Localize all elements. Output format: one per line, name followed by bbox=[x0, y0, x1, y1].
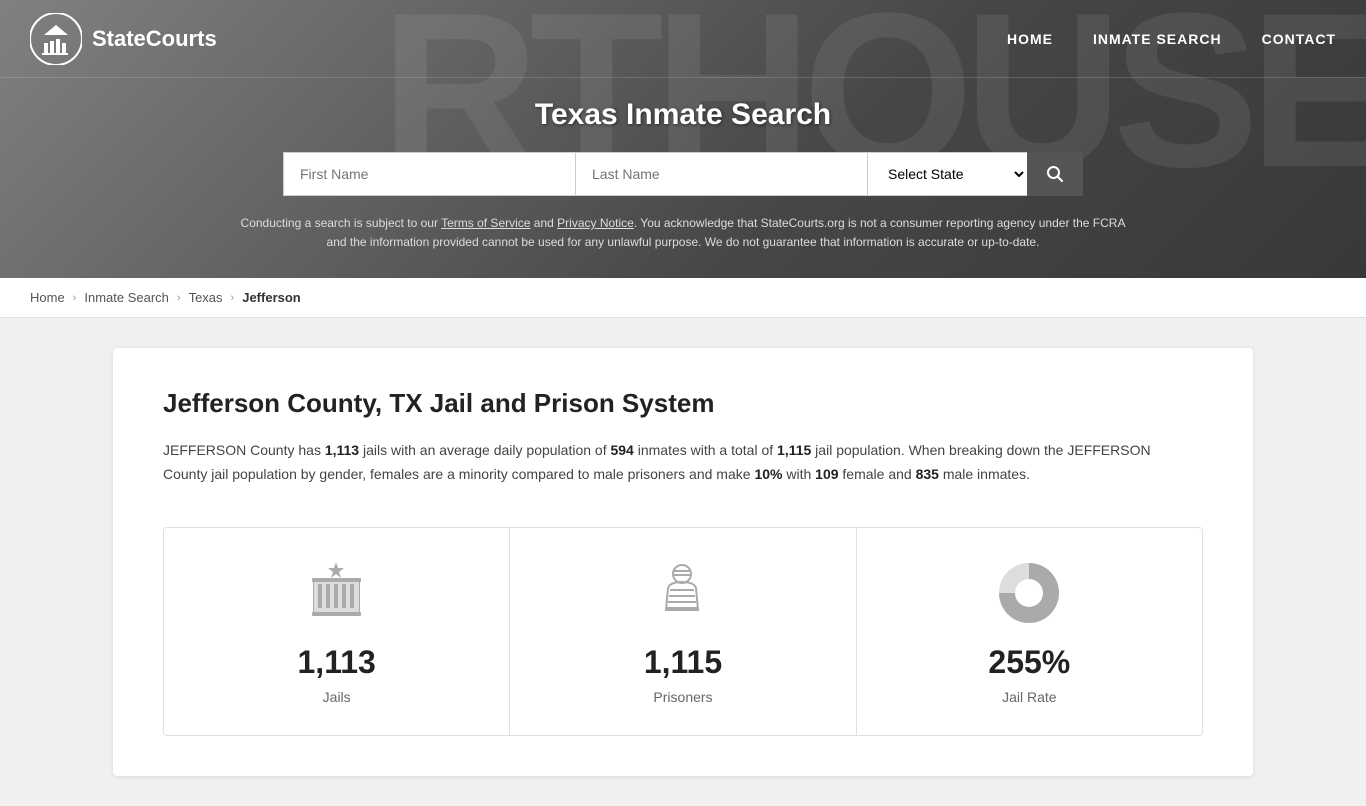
stat-rate-label: Jail Rate bbox=[1002, 689, 1056, 705]
content-card: Jefferson County, TX Jail and Prison Sys… bbox=[113, 348, 1253, 776]
state-select[interactable]: Select State Texas California Florida Ne… bbox=[867, 152, 1027, 196]
jail-icon bbox=[304, 558, 369, 628]
desc-male: 835 bbox=[916, 466, 939, 482]
stat-prisoners-label: Prisoners bbox=[653, 689, 712, 705]
prisoner-icon bbox=[650, 558, 715, 628]
search-icon bbox=[1046, 165, 1064, 183]
hero-section: Texas Inmate Search Select State Texas C… bbox=[0, 78, 1366, 278]
logo-icon bbox=[30, 13, 82, 65]
terms-link[interactable]: Terms of Service bbox=[441, 216, 530, 230]
desc-female: 109 bbox=[815, 466, 838, 482]
stats-grid: 1,113 Jails bbox=[163, 527, 1203, 736]
stat-jail-rate: 255% Jail Rate bbox=[857, 528, 1202, 735]
logo-text: StateCourts bbox=[92, 26, 217, 52]
main-content: Jefferson County, TX Jail and Prison Sys… bbox=[83, 318, 1283, 806]
privacy-link[interactable]: Privacy Notice bbox=[557, 216, 634, 230]
site-logo[interactable]: StateCourts bbox=[30, 13, 217, 65]
desc-avg-pop: 594 bbox=[610, 442, 633, 458]
first-name-input[interactable] bbox=[283, 152, 575, 196]
header: RTHOUSE StateCourts HOME INMATE SEARCH C… bbox=[0, 0, 1366, 278]
nav-inmate-search[interactable]: INMATE SEARCH bbox=[1093, 31, 1222, 47]
breadcrumb-current: Jefferson bbox=[242, 290, 301, 305]
stat-jails: 1,113 Jails bbox=[164, 528, 510, 735]
breadcrumb: Home › Inmate Search › Texas › Jefferson bbox=[0, 278, 1366, 318]
nav-links: HOME INMATE SEARCH CONTACT bbox=[1007, 31, 1336, 47]
search-form: Select State Texas California Florida Ne… bbox=[283, 152, 1083, 196]
desc-jails: 1,113 bbox=[325, 442, 359, 458]
disclaimer-text: Conducting a search is subject to our Te… bbox=[233, 214, 1133, 268]
breadcrumb-sep-2: › bbox=[177, 292, 181, 304]
stat-jails-number: 1,113 bbox=[298, 644, 376, 681]
navbar: StateCourts HOME INMATE SEARCH CONTACT bbox=[0, 0, 1366, 78]
breadcrumb-sep-3: › bbox=[231, 292, 235, 304]
breadcrumb-sep-1: › bbox=[73, 292, 77, 304]
nav-home[interactable]: HOME bbox=[1007, 31, 1053, 47]
desc-total-pop: 1,115 bbox=[777, 442, 811, 458]
rate-icon bbox=[994, 558, 1064, 628]
hero-title: Texas Inmate Search bbox=[20, 98, 1346, 132]
nav-contact[interactable]: CONTACT bbox=[1262, 31, 1336, 47]
breadcrumb-home[interactable]: Home bbox=[30, 290, 65, 305]
breadcrumb-inmate-search[interactable]: Inmate Search bbox=[84, 290, 169, 305]
last-name-input[interactable] bbox=[575, 152, 867, 196]
county-description: JEFFERSON County has 1,113 jails with an… bbox=[163, 439, 1163, 487]
stat-jails-label: Jails bbox=[323, 689, 351, 705]
desc-percent: 10% bbox=[754, 466, 782, 482]
stat-prisoners-number: 1,115 bbox=[644, 644, 722, 681]
stat-prisoners: 1,115 Prisoners bbox=[510, 528, 856, 735]
search-button[interactable] bbox=[1027, 152, 1083, 196]
breadcrumb-state[interactable]: Texas bbox=[189, 290, 223, 305]
stat-rate-number: 255% bbox=[988, 644, 1070, 681]
county-title: Jefferson County, TX Jail and Prison Sys… bbox=[163, 388, 1203, 419]
